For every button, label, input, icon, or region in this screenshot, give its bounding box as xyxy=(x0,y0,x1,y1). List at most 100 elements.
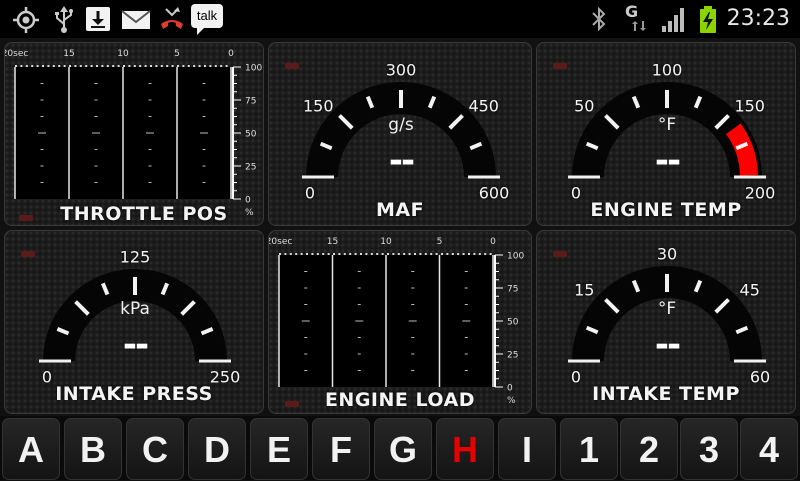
engine-load-axis-dot xyxy=(279,253,281,255)
intake-temp-value: -- xyxy=(654,325,681,365)
intake-temp-scale-label: 30 xyxy=(656,244,678,264)
throttle-pos-y-label: 25 xyxy=(245,163,256,173)
maf-scale-label: 300 xyxy=(385,60,417,80)
intake-press-indicator xyxy=(21,251,35,257)
engine-load-chart-grid: 20sec1510501007550250% xyxy=(269,237,524,406)
throttle-pos-axis-dot xyxy=(74,65,77,67)
throttle-pos-axis-dot xyxy=(160,65,163,67)
throttle-pos-axis-dot xyxy=(69,65,71,67)
throttle-pos-axis-dot xyxy=(63,65,66,67)
throttle-pos-x-label: 5 xyxy=(174,49,180,59)
intake-temp-scale-label: 45 xyxy=(739,280,760,300)
maf-scale-label: 450 xyxy=(468,96,499,116)
button-b[interactable]: B xyxy=(64,418,122,480)
throttle-pos-axis-dot xyxy=(177,65,179,67)
engine-load-axis-dot xyxy=(462,253,465,255)
engine-load-chart[interactable]: 20sec1510501007550250% ENGINE LOAD xyxy=(268,230,532,414)
button-g[interactable]: G xyxy=(374,418,432,480)
engine-load-axis-dot xyxy=(408,253,411,255)
engine-load-axis-dot xyxy=(327,253,330,255)
throttle-pos-axis-dot xyxy=(112,65,115,67)
engine-temp-scale-label: 200 xyxy=(744,183,776,203)
engine-temp-value: -- xyxy=(654,141,681,181)
engine-load-axis-dot xyxy=(311,253,314,255)
button-1[interactable]: 1 xyxy=(560,418,618,480)
intake-temp-gauge[interactable]: INTAKE TEMP 0 15 30 45 60 °F -- xyxy=(536,230,796,414)
intake-temp-unit: °F xyxy=(657,299,677,319)
button-4[interactable]: 4 xyxy=(740,418,798,480)
maf-scale-label: 0 xyxy=(304,183,316,203)
engine-temp-indicator xyxy=(553,63,567,69)
button-c[interactable]: C xyxy=(126,418,184,480)
throttle-pos-axis-dot xyxy=(193,65,196,67)
engine-load-axis-dot xyxy=(284,253,287,255)
throttle-pos-axis-dot xyxy=(20,65,23,67)
intake-press-value: -- xyxy=(122,325,149,365)
bluetooth-icon xyxy=(592,6,606,32)
engine-load-axis-dot xyxy=(387,253,389,255)
maf-gauge[interactable]: MAF 0 150 300 450 600 g/s -- xyxy=(268,42,532,226)
intake-press-gauge[interactable]: INTAKE PRESS 0 125 250 kPa -- xyxy=(4,230,264,414)
engine-temp-scale-label: 50 xyxy=(574,96,595,116)
engine-load-axis-dot xyxy=(457,253,460,255)
engine-load-y-label: 75 xyxy=(507,285,518,295)
throttle-pos-axis-dot xyxy=(166,65,169,67)
signal-icon xyxy=(662,8,684,32)
button-i[interactable]: I xyxy=(498,418,556,480)
engine-temp-gauge[interactable]: ENGINE TEMP 0 50 100 150 200 °F -- xyxy=(536,42,796,226)
button-h[interactable]: H xyxy=(436,418,494,480)
throttle-pos-axis-dot xyxy=(106,65,109,67)
maf-scale-label: 150 xyxy=(302,96,334,116)
throttle-pos-x-label: 0 xyxy=(228,49,234,59)
button-3[interactable]: 3 xyxy=(680,418,738,480)
button-e[interactable]: E xyxy=(250,418,308,480)
throttle-pos-axis-dot xyxy=(15,65,17,67)
throttle-pos-x-label: 20sec xyxy=(5,49,28,59)
engine-load-axis-dot xyxy=(424,253,427,255)
usb-icon xyxy=(55,6,73,33)
maf-value: -- xyxy=(388,141,415,181)
throttle-pos-chart[interactable]: 20sec1510501007550250% THROTTLE POS xyxy=(4,42,264,226)
button-2[interactable]: 2 xyxy=(620,418,678,480)
button-a[interactable]: A xyxy=(2,418,60,480)
maf-indicator xyxy=(285,63,299,69)
throttle-pos-y-label: 75 xyxy=(245,97,256,107)
button-f[interactable]: F xyxy=(312,418,370,480)
throttle-pos-axis-dot xyxy=(42,65,44,67)
gps-icon xyxy=(13,7,39,33)
intake-temp-indicator xyxy=(553,251,567,257)
engine-load-axis-dot xyxy=(349,253,352,255)
throttle-pos-axis-dot xyxy=(31,65,34,67)
engine-load-axis-dot xyxy=(392,253,395,255)
intake-press-scale-label: 125 xyxy=(119,247,151,267)
throttle-pos-y-label: 50 xyxy=(245,130,257,140)
throttle-pos-axis-dot xyxy=(25,65,28,67)
throttle-pos-axis-dot xyxy=(182,65,185,67)
button-bar: A B C D E F G H I 1 2 3 4 xyxy=(0,416,800,480)
button-d[interactable]: D xyxy=(188,418,246,480)
intake-temp-scale-label: 15 xyxy=(574,280,595,300)
status-bar: talk G 23:23 xyxy=(0,0,800,38)
throttle-pos-axis-dot xyxy=(85,65,88,67)
download-icon xyxy=(86,7,110,31)
engine-load-axis-dot xyxy=(451,253,454,255)
throttle-pos-axis-dot xyxy=(79,65,82,67)
engine-temp-scale-label: 100 xyxy=(651,60,683,80)
throttle-pos-axis-dot xyxy=(198,65,201,67)
throttle-pos-y-label: 100 xyxy=(245,64,262,74)
throttle-pos-x-label: 10 xyxy=(117,49,129,59)
intake-temp-scale-label: 0 xyxy=(570,367,582,387)
engine-load-axis-dot xyxy=(289,253,292,255)
engine-load-axis-dot xyxy=(322,253,325,255)
engine-load-axis-dot xyxy=(376,253,379,255)
throttle-pos-x-label: 15 xyxy=(63,49,74,59)
throttle-pos-title: THROTTLE POS xyxy=(60,203,228,225)
throttle-pos-axis-dot xyxy=(58,65,61,67)
talk-icon: talk xyxy=(191,4,223,35)
throttle-pos-axis-dot xyxy=(90,65,93,67)
engine-load-axis-dot xyxy=(365,253,368,255)
data-g-icon: G xyxy=(625,2,653,34)
engine-load-y-label: 50 xyxy=(507,318,519,328)
engine-load-axis-dot xyxy=(360,253,362,255)
engine-load-axis-dot xyxy=(343,253,346,255)
